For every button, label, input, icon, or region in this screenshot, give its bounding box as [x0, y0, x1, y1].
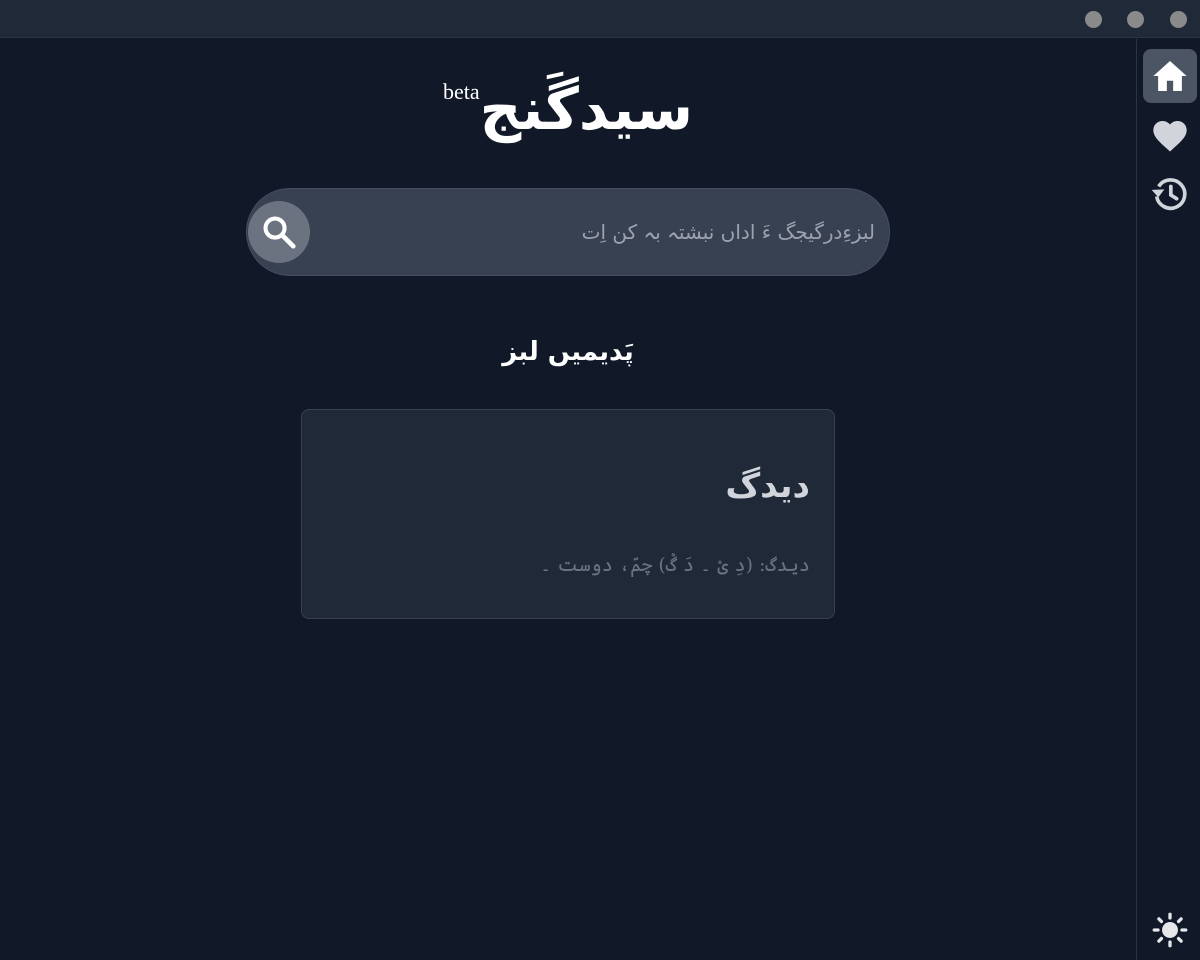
home-icon	[1153, 60, 1187, 92]
recent-words-heading: پَدیمیں لبز	[502, 337, 634, 367]
search-icon	[263, 216, 296, 249]
window-control-dot[interactable]	[1127, 11, 1144, 28]
app-logo-text: سیدگَنج	[479, 75, 694, 143]
window-control-dot[interactable]	[1085, 11, 1102, 28]
theme-toggle-button[interactable]	[1143, 903, 1197, 957]
beta-badge: beta	[442, 79, 480, 104]
history-icon	[1151, 178, 1187, 211]
window-control-dot[interactable]	[1170, 11, 1187, 28]
search-bar	[246, 188, 890, 276]
sun-icon	[1152, 912, 1188, 948]
sidebar	[1136, 39, 1200, 960]
sidebar-item-favorites[interactable]	[1143, 109, 1197, 163]
word-card[interactable]: دیدگ دیدگ: (دِ یْ ۔ دَ گْ) چمّ، دوست ۔	[301, 409, 835, 619]
window-titlebar	[0, 0, 1200, 38]
word-title: دیدگ	[725, 466, 810, 506]
heart-icon	[1153, 121, 1187, 152]
search-input[interactable]	[327, 189, 875, 275]
word-definition-snippet: دیدگ: (دِ یْ ۔ دَ گْ) چمّ، دوست ۔	[540, 554, 810, 576]
app-logo: سیدگَنجbeta	[0, 64, 1136, 154]
sidebar-item-home[interactable]	[1143, 49, 1197, 103]
search-button[interactable]	[248, 201, 310, 263]
sidebar-item-history[interactable]	[1143, 167, 1197, 221]
